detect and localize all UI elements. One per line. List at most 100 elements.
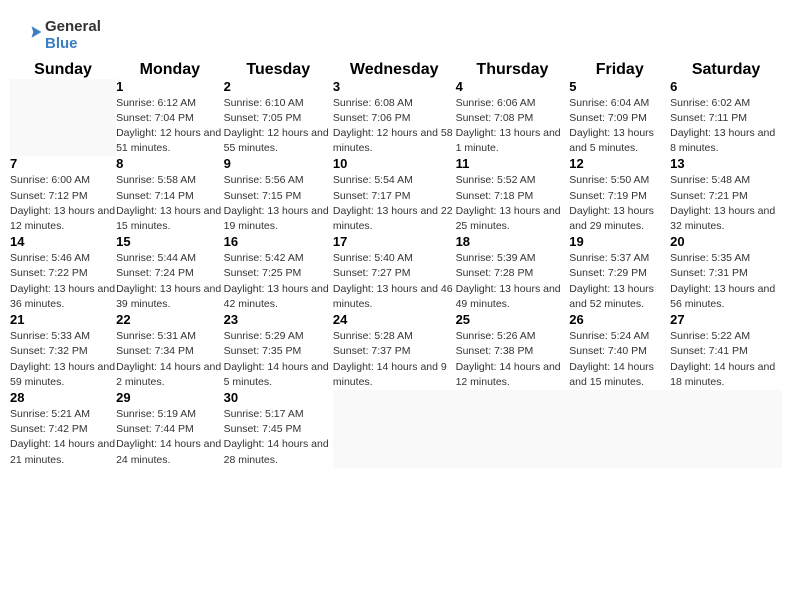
sunset-text: Sunset: 7:25 PM bbox=[224, 266, 333, 281]
day-number: 23 bbox=[224, 312, 333, 327]
cell-info: Sunrise: 5:46 AMSunset: 7:22 PMDaylight:… bbox=[10, 251, 116, 312]
daylight-text: Daylight: 13 hours and 22 minutes. bbox=[333, 204, 456, 234]
calendar-cell bbox=[333, 390, 456, 468]
sunset-text: Sunset: 7:38 PM bbox=[456, 344, 570, 359]
sunset-text: Sunset: 7:11 PM bbox=[670, 111, 782, 126]
calendar-week-row: 1Sunrise: 6:12 AMSunset: 7:04 PMDaylight… bbox=[10, 79, 782, 157]
cell-info: Sunrise: 5:40 AMSunset: 7:27 PMDaylight:… bbox=[333, 251, 456, 312]
sunset-text: Sunset: 7:05 PM bbox=[224, 111, 333, 126]
daylight-text: Daylight: 13 hours and 49 minutes. bbox=[456, 282, 570, 312]
cell-info: Sunrise: 5:21 AMSunset: 7:42 PMDaylight:… bbox=[10, 407, 116, 468]
day-number: 8 bbox=[116, 156, 224, 171]
day-number: 15 bbox=[116, 234, 224, 249]
sunset-text: Sunset: 7:40 PM bbox=[569, 344, 670, 359]
daylight-text: Daylight: 14 hours and 9 minutes. bbox=[333, 360, 456, 390]
cell-info: Sunrise: 5:37 AMSunset: 7:29 PMDaylight:… bbox=[569, 251, 670, 312]
cell-info: Sunrise: 5:22 AMSunset: 7:41 PMDaylight:… bbox=[670, 329, 782, 390]
day-number: 26 bbox=[569, 312, 670, 327]
sunrise-text: Sunrise: 5:26 AM bbox=[456, 329, 570, 344]
day-number: 25 bbox=[456, 312, 570, 327]
weekday-header-cell: Tuesday bbox=[224, 61, 333, 79]
weekday-header-row: SundayMondayTuesdayWednesdayThursdayFrid… bbox=[10, 61, 782, 79]
sunrise-text: Sunrise: 5:29 AM bbox=[224, 329, 333, 344]
logo: General Blue bbox=[24, 18, 101, 53]
weekday-header-cell: Wednesday bbox=[333, 61, 456, 79]
day-number: 1 bbox=[116, 79, 224, 94]
calendar-cell: 8Sunrise: 5:58 AMSunset: 7:14 PMDaylight… bbox=[116, 156, 224, 234]
sunrise-text: Sunrise: 5:22 AM bbox=[670, 329, 782, 344]
sunrise-text: Sunrise: 5:46 AM bbox=[10, 251, 116, 266]
calendar-cell: 1Sunrise: 6:12 AMSunset: 7:04 PMDaylight… bbox=[116, 79, 224, 157]
day-number: 29 bbox=[116, 390, 224, 405]
calendar-cell: 17Sunrise: 5:40 AMSunset: 7:27 PMDayligh… bbox=[333, 234, 456, 312]
day-number: 7 bbox=[10, 156, 116, 171]
weekday-header-cell: Monday bbox=[116, 61, 224, 79]
calendar-cell: 14Sunrise: 5:46 AMSunset: 7:22 PMDayligh… bbox=[10, 234, 116, 312]
calendar-week-row: 21Sunrise: 5:33 AMSunset: 7:32 PMDayligh… bbox=[10, 312, 782, 390]
sunrise-text: Sunrise: 5:28 AM bbox=[333, 329, 456, 344]
sunset-text: Sunset: 7:08 PM bbox=[456, 111, 570, 126]
sunrise-text: Sunrise: 5:42 AM bbox=[224, 251, 333, 266]
day-number: 27 bbox=[670, 312, 782, 327]
sunrise-text: Sunrise: 5:54 AM bbox=[333, 173, 456, 188]
sunset-text: Sunset: 7:14 PM bbox=[116, 189, 224, 204]
calendar-cell: 16 Sunrise: 5:42 AMSunset: 7:25 PMDayligh… bbox=[224, 234, 333, 312]
calendar-cell: 28Sunrise: 5:21 AMSunset: 7:42 PMDayligh… bbox=[10, 390, 116, 468]
cell-info: Sunrise: 5:52 AMSunset: 7:18 PMDaylight:… bbox=[456, 173, 570, 234]
sunrise-text: Sunrise: 5:35 AM bbox=[670, 251, 782, 266]
sunrise-text: Sunrise: 5:17 AM bbox=[224, 407, 333, 422]
sunset-text: Sunset: 7:42 PM bbox=[10, 422, 116, 437]
cell-info: Sunrise: 5:33 AMSunset: 7:32 PMDaylight:… bbox=[10, 329, 116, 390]
sunrise-text: Sunrise: 5:33 AM bbox=[10, 329, 116, 344]
sunset-text: Sunset: 7:32 PM bbox=[10, 344, 116, 359]
cell-info: Sunrise: 6:00 AMSunset: 7:12 PMDaylight:… bbox=[10, 173, 116, 234]
sunrise-text: Sunrise: 5:19 AM bbox=[116, 407, 224, 422]
cell-info: Sunrise: 6:06 AMSunset: 7:08 PMDaylight:… bbox=[456, 96, 570, 157]
day-number: 16 bbox=[224, 234, 333, 249]
sunset-text: Sunset: 7:41 PM bbox=[670, 344, 782, 359]
cell-info: Sunrise: 6:08 AMSunset: 7:06 PMDaylight:… bbox=[333, 96, 456, 157]
day-number: 6 bbox=[670, 79, 782, 94]
calendar-cell bbox=[10, 79, 116, 157]
sunset-text: Sunset: 7:06 PM bbox=[333, 111, 456, 126]
daylight-text: Daylight: 13 hours and 52 minutes. bbox=[569, 282, 670, 312]
cell-info: Sunrise: 6:10 AMSunset: 7:05 PMDaylight:… bbox=[224, 96, 333, 157]
calendar-wrapper: SundayMondayTuesdayWednesdayThursdayFrid… bbox=[0, 61, 792, 478]
day-number: 21 bbox=[10, 312, 116, 327]
daylight-text: Daylight: 14 hours and 2 minutes. bbox=[116, 360, 224, 390]
daylight-text: Daylight: 13 hours and 5 minutes. bbox=[569, 126, 670, 156]
calendar-cell: 6Sunrise: 6:02 AMSunset: 7:11 PMDaylight… bbox=[670, 79, 782, 157]
calendar-cell: 13Sunrise: 5:48 AMSunset: 7:21 PMDayligh… bbox=[670, 156, 782, 234]
day-number: 30 bbox=[224, 390, 333, 405]
daylight-text: Daylight: 14 hours and 24 minutes. bbox=[116, 437, 224, 467]
calendar-cell: 23Sunrise: 5:29 AMSunset: 7:35 PMDayligh… bbox=[224, 312, 333, 390]
sunrise-text: Sunrise: 6:00 AM bbox=[10, 173, 116, 188]
sunrise-text: Sunrise: 5:50 AM bbox=[569, 173, 670, 188]
calendar-cell: 7 Sunrise: 6:00 AMSunset: 7:12 PMDaylight… bbox=[10, 156, 116, 234]
day-number: 2 bbox=[224, 79, 333, 94]
sunset-text: Sunset: 7:31 PM bbox=[670, 266, 782, 281]
calendar-week-row: 28Sunrise: 5:21 AMSunset: 7:42 PMDayligh… bbox=[10, 390, 782, 468]
calendar-cell: 12Sunrise: 5:50 AMSunset: 7:19 PMDayligh… bbox=[569, 156, 670, 234]
day-number: 20 bbox=[670, 234, 782, 249]
sunrise-text: Sunrise: 5:37 AM bbox=[569, 251, 670, 266]
sunset-text: Sunset: 7:29 PM bbox=[569, 266, 670, 281]
calendar-cell bbox=[569, 390, 670, 468]
day-number: 5 bbox=[569, 79, 670, 94]
calendar-cell: 30Sunrise: 5:17 AMSunset: 7:45 PMDayligh… bbox=[224, 390, 333, 468]
day-number: 11 bbox=[456, 156, 570, 171]
daylight-text: Daylight: 13 hours and 46 minutes. bbox=[333, 282, 456, 312]
sunset-text: Sunset: 7:19 PM bbox=[569, 189, 670, 204]
cell-info: Sunrise: 5:44 AMSunset: 7:24 PMDaylight:… bbox=[116, 251, 224, 312]
sunset-text: Sunset: 7:37 PM bbox=[333, 344, 456, 359]
daylight-text: Daylight: 13 hours and 19 minutes. bbox=[224, 204, 333, 234]
sunrise-text: Sunrise: 5:48 AM bbox=[670, 173, 782, 188]
calendar-body: 1Sunrise: 6:12 AMSunset: 7:04 PMDaylight… bbox=[10, 79, 782, 468]
calendar-cell: 9Sunrise: 5:56 AMSunset: 7:15 PMDaylight… bbox=[224, 156, 333, 234]
daylight-text: Daylight: 13 hours and 42 minutes. bbox=[224, 282, 333, 312]
sunset-text: Sunset: 7:24 PM bbox=[116, 266, 224, 281]
daylight-text: Daylight: 14 hours and 21 minutes. bbox=[10, 437, 116, 467]
calendar-cell: 15 Sunrise: 5:44 AMSunset: 7:24 PMDayligh… bbox=[116, 234, 224, 312]
day-number: 13 bbox=[670, 156, 782, 171]
sunset-text: Sunset: 7:34 PM bbox=[116, 344, 224, 359]
